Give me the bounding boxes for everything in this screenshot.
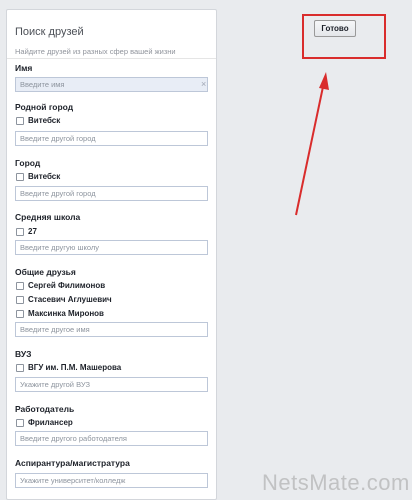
arrow-shaft — [295, 81, 325, 216]
annotation-arrow — [295, 72, 329, 216]
arrow-head — [319, 72, 329, 90]
watermark: NetsMate.com — [262, 470, 410, 495]
